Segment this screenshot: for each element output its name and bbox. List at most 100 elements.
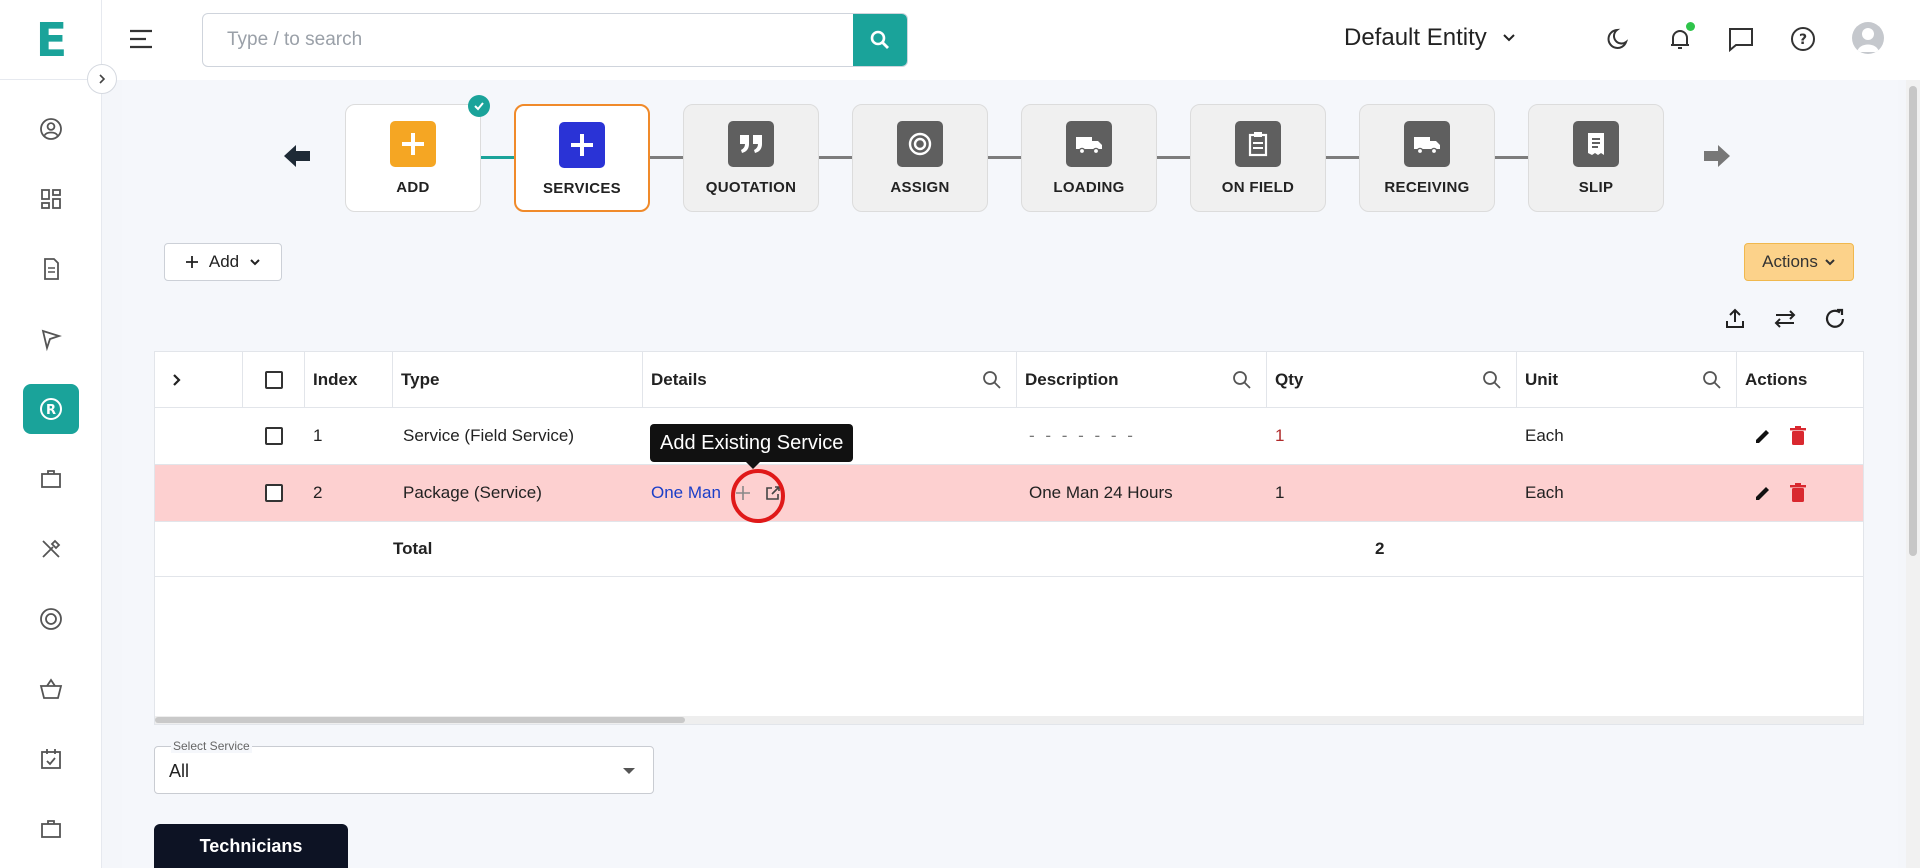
edit-icon[interactable] xyxy=(1753,483,1773,503)
select-all-cell xyxy=(243,352,305,407)
select-service-dropdown[interactable]: Select Service All xyxy=(154,739,654,794)
cell-unit: Each xyxy=(1525,426,1564,445)
upload-icon xyxy=(1726,308,1744,328)
table-total-row: Total 2 xyxy=(155,522,1863,577)
search-icon[interactable] xyxy=(982,370,1002,390)
cell-description: One Man 24 Hours xyxy=(1029,483,1173,502)
column-header-qty[interactable]: Qty xyxy=(1267,352,1517,407)
refresh-button[interactable] xyxy=(1822,306,1848,332)
search-icon[interactable] xyxy=(1232,370,1252,390)
edit-icon[interactable] xyxy=(1753,426,1773,446)
select-all-checkbox[interactable] xyxy=(265,370,283,389)
step-services[interactable]: SERVICES xyxy=(514,104,650,212)
scrollbar-thumb[interactable] xyxy=(1909,86,1917,556)
sidebar-item-profile[interactable] xyxy=(23,104,79,154)
notification-dot xyxy=(1686,22,1695,31)
plus-icon xyxy=(185,256,198,268)
sidebar-item-routes[interactable] xyxy=(23,314,79,364)
sidebar-item-documents[interactable] xyxy=(23,244,79,294)
refresh-icon xyxy=(1825,308,1845,328)
svg-text:?: ? xyxy=(1799,32,1807,48)
search-input[interactable] xyxy=(203,14,843,66)
column-header-type[interactable]: Type xyxy=(393,352,643,407)
cell-details: One Man xyxy=(643,465,1017,521)
sidebar-item-services[interactable] xyxy=(23,594,79,644)
sidebar-item-jobs[interactable] xyxy=(23,454,79,504)
stepper-next-button[interactable] xyxy=(1702,142,1732,174)
step-receiving[interactable]: RECEIVING xyxy=(1359,104,1495,212)
actions-dropdown-button[interactable]: Actions xyxy=(1744,243,1854,281)
dark-mode-toggle[interactable] xyxy=(1604,24,1634,54)
menu-toggle-button[interactable] xyxy=(128,28,154,54)
search-bar xyxy=(202,13,908,67)
expand-all-toggle[interactable] xyxy=(155,352,243,407)
search-icon[interactable] xyxy=(1482,370,1502,390)
actions-button-label: Actions xyxy=(1762,252,1818,271)
messages-button[interactable] xyxy=(1726,24,1756,54)
vertical-scrollbar[interactable] xyxy=(1906,80,1920,868)
tools-icon xyxy=(42,539,61,558)
arrow-right-icon xyxy=(1704,145,1730,167)
column-header-index[interactable]: Index xyxy=(305,352,393,407)
help-button[interactable]: ? xyxy=(1788,24,1818,54)
search-button[interactable] xyxy=(853,14,907,66)
chevron-right-icon xyxy=(99,74,106,84)
registered-icon: R xyxy=(40,398,62,420)
user-avatar[interactable] xyxy=(1852,22,1884,54)
sidebar-item-shop[interactable] xyxy=(23,664,79,714)
search-icon[interactable] xyxy=(1702,370,1722,390)
chat-icon xyxy=(1729,28,1753,52)
step-quotation[interactable]: QUOTATION xyxy=(683,104,819,212)
click-indicator xyxy=(731,469,785,523)
entity-name: Default Entity xyxy=(1344,24,1487,51)
column-header-unit[interactable]: Unit xyxy=(1517,352,1737,407)
app-logo[interactable]: E xyxy=(36,13,67,67)
delete-icon[interactable] xyxy=(1789,426,1807,446)
row-checkbox[interactable] xyxy=(265,484,283,502)
step-add[interactable]: ADD xyxy=(345,95,490,212)
stepper-prev-button[interactable] xyxy=(282,142,312,174)
column-header-description-label: Description xyxy=(1025,369,1119,389)
arrow-left-icon xyxy=(284,145,310,167)
total-qty: 2 xyxy=(1375,539,1385,558)
horizontal-scrollbar[interactable] xyxy=(155,716,1863,724)
column-header-unit-label: Unit xyxy=(1525,369,1559,389)
sidebar-item-tools[interactable] xyxy=(23,524,79,574)
entity-selector[interactable]: Default Entity xyxy=(1344,24,1517,52)
step-label: QUOTATION xyxy=(705,179,797,196)
plus-icon xyxy=(559,122,605,168)
step-label: SLIP xyxy=(1578,179,1614,196)
column-header-actions: Actions xyxy=(1745,369,1808,389)
cell-type: Package (Service) xyxy=(403,483,542,502)
step-loading[interactable]: LOADING xyxy=(1021,104,1157,212)
tab-technicians[interactable]: Technicians xyxy=(154,824,348,868)
step-assign[interactable]: ASSIGN xyxy=(852,104,988,212)
step-slip[interactable]: SLIP xyxy=(1528,104,1664,212)
add-button[interactable]: Add xyxy=(164,243,282,281)
sidebar-expand-button[interactable] xyxy=(87,64,117,94)
column-header-details[interactable]: Details xyxy=(643,352,1017,407)
cell-index: 1 xyxy=(313,426,323,445)
delete-icon[interactable] xyxy=(1789,483,1807,503)
total-spacer xyxy=(155,522,393,576)
row-checkbox[interactable] xyxy=(265,427,283,445)
scrollbar-thumb[interactable] xyxy=(155,717,685,723)
export-button[interactable] xyxy=(1722,306,1748,332)
swap-button[interactable] xyxy=(1772,306,1798,332)
notifications-button[interactable] xyxy=(1665,22,1695,54)
sidebar-item-registered[interactable]: R xyxy=(23,384,79,434)
details-link[interactable]: One Man xyxy=(651,483,721,503)
select-service-label: Select Service xyxy=(171,739,252,753)
step-label: ADD xyxy=(396,179,430,196)
sidebar-item-calendar[interactable] xyxy=(23,734,79,784)
assign-icon xyxy=(897,121,943,167)
step-on-field[interactable]: ON FIELD xyxy=(1190,104,1326,212)
table-row: 1 Service (Field Service) - - - - - - - … xyxy=(155,408,1863,465)
sidebar-item-dashboard[interactable] xyxy=(23,174,79,224)
sidebar-nav: R xyxy=(0,104,102,868)
sidebar-item-inventory[interactable] xyxy=(23,804,79,854)
clipboard-icon xyxy=(1235,121,1281,167)
column-header-description[interactable]: Description xyxy=(1017,352,1267,407)
main-content: ADD SERVICES QUOTATION ASSIGN LOADING ON… xyxy=(122,80,1898,868)
logo-area: E xyxy=(0,0,117,94)
